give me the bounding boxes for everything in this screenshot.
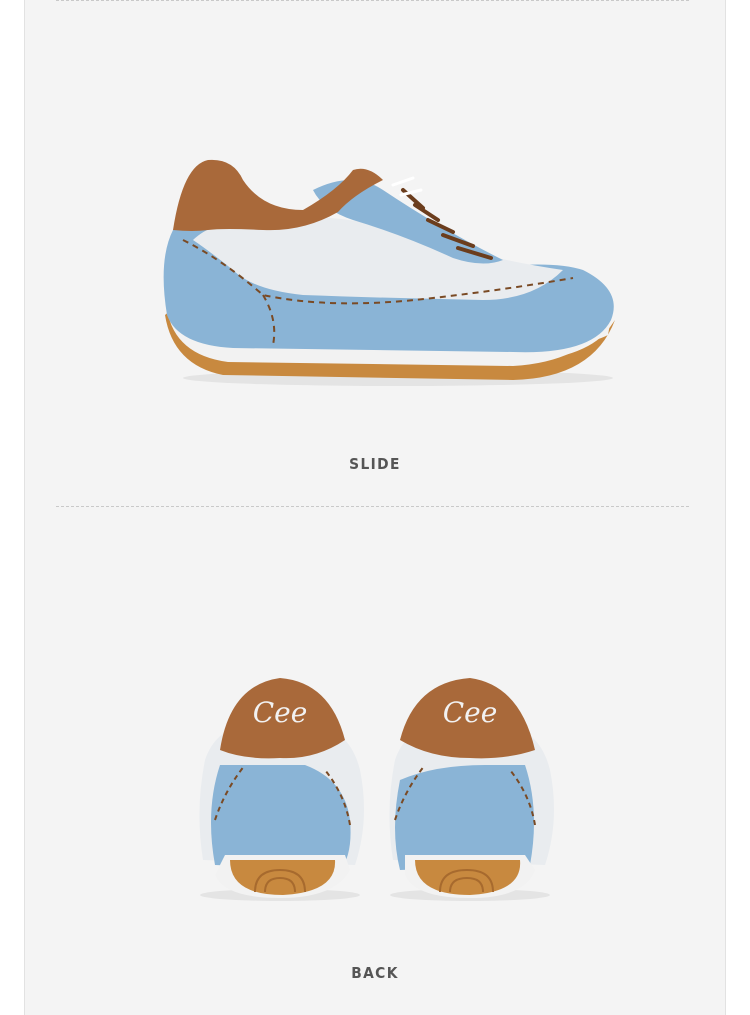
shoe-back-image: Cee Cee	[185, 670, 565, 905]
shoe-side-image	[153, 150, 623, 395]
heel-logo-left: Cee	[253, 696, 308, 729]
caption-slide: SLIDE	[349, 455, 401, 473]
heel-logo-right: Cee	[443, 696, 498, 729]
product-detail-panel: SLIDE Cee Cee BACK	[24, 0, 726, 1015]
caption-back: BACK	[351, 964, 399, 982]
middle-divider	[56, 506, 689, 507]
top-divider	[56, 0, 689, 1]
